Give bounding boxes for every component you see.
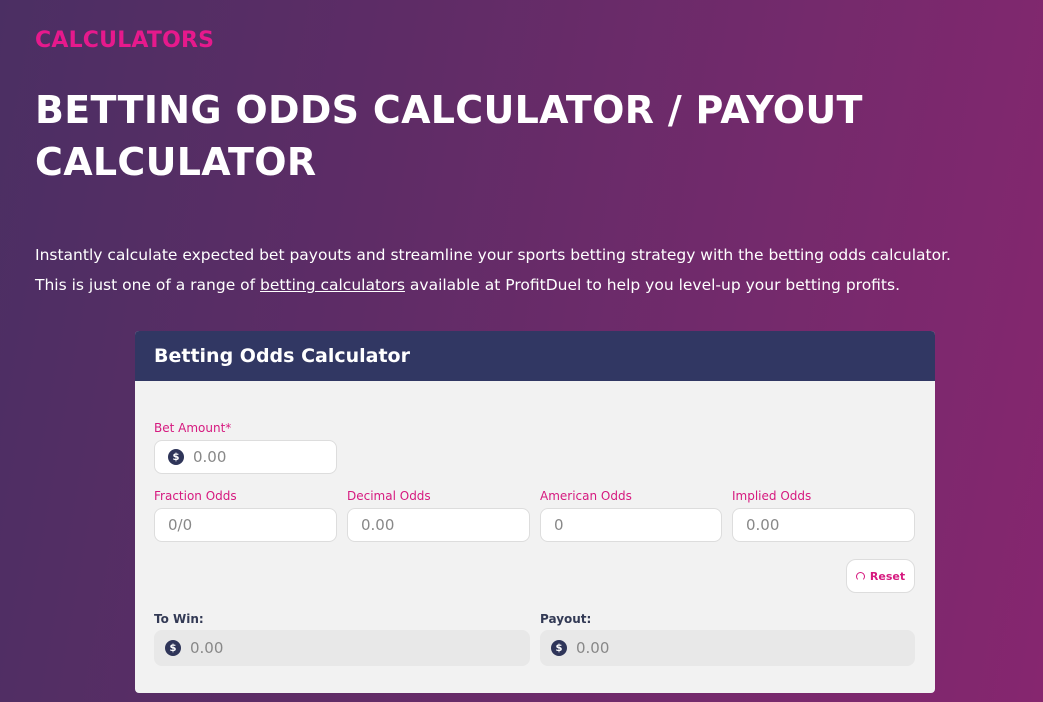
calculator-header: Betting Odds Calculator <box>135 331 935 381</box>
american-odds-label: American Odds <box>540 489 632 503</box>
intro-line-1: Instantly calculate expected bet payouts… <box>35 246 951 264</box>
dollar-coin-icon: $ <box>165 640 181 656</box>
payout-label: Payout: <box>540 612 592 626</box>
fraction-odds-placeholder: 0/0 <box>168 516 193 534</box>
intro-line-2-end: available at ProfitDuel to help you leve… <box>404 276 901 294</box>
page-title: BETTING ODDS CALCULATOR / PAYOUT CALCULA… <box>35 88 863 184</box>
decimal-odds-label: Decimal Odds <box>347 489 431 503</box>
reset-button[interactable]: Reset <box>846 559 915 593</box>
bet-amount-placeholder: 0.00 <box>193 448 227 466</box>
bet-amount-label: Bet Amount* <box>154 421 232 435</box>
implied-odds-placeholder: 0.00 <box>746 516 780 534</box>
refresh-icon <box>855 571 865 581</box>
reset-label: Reset <box>869 569 906 583</box>
betting-calculators-link[interactable]: betting calculators <box>260 276 405 294</box>
intro-line-2-start: This is just one of a range of <box>35 276 261 294</box>
intro-line-2: This is just one of a range of betting c… <box>35 270 1035 300</box>
american-odds-placeholder: 0 <box>554 516 564 534</box>
implied-odds-input[interactable]: 0.00 <box>732 508 915 542</box>
calculator-title: Betting Odds Calculator <box>154 345 410 367</box>
bet-amount-input[interactable]: $ 0.00 <box>154 440 337 474</box>
to-win-label: To Win: <box>154 612 204 626</box>
implied-odds-label: Implied Odds <box>732 489 812 503</box>
fraction-odds-label: Fraction Odds <box>154 489 237 503</box>
payout-value: 0.00 <box>576 639 610 657</box>
intro-text: Instantly calculate expected bet payouts… <box>35 240 1035 300</box>
to-win-output: $ 0.00 <box>154 630 530 666</box>
decimal-odds-input[interactable]: 0.00 <box>347 508 530 542</box>
dollar-coin-icon: $ <box>551 640 567 656</box>
payout-output: $ 0.00 <box>540 630 915 666</box>
to-win-value: 0.00 <box>190 639 224 657</box>
american-odds-input[interactable]: 0 <box>540 508 722 542</box>
calculator-card: Betting Odds Calculator Bet Amount* $ 0.… <box>135 331 935 693</box>
fraction-odds-input[interactable]: 0/0 <box>154 508 337 542</box>
section-eyebrow: CALCULATORS <box>35 28 215 53</box>
decimal-odds-placeholder: 0.00 <box>361 516 395 534</box>
dollar-coin-icon: $ <box>168 449 184 465</box>
